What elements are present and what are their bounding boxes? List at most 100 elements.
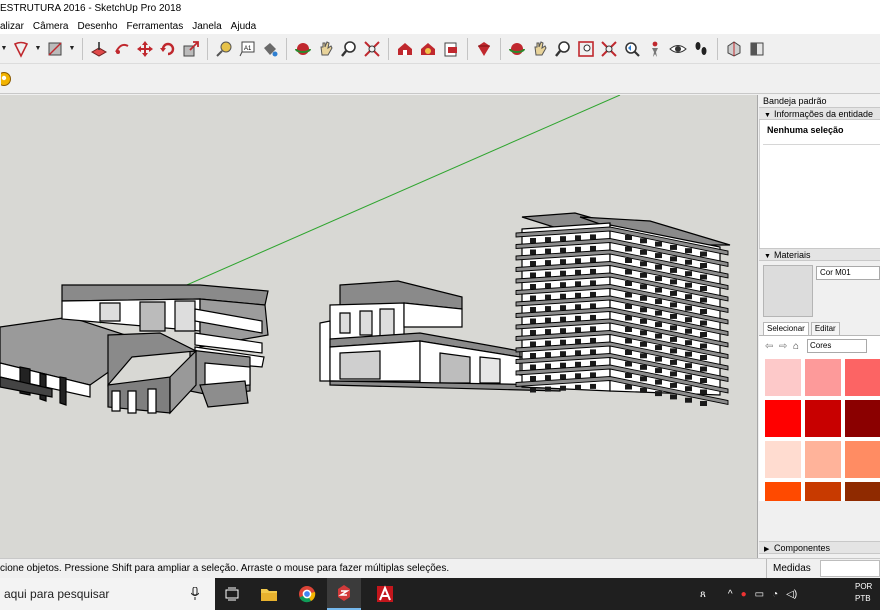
window-opening [640,261,647,267]
chevron-down-icon[interactable]: ▼ [68,45,76,52]
move-icon[interactable] [135,39,155,59]
color-swatch[interactable] [845,400,880,437]
left-building[interactable] [0,284,269,415]
model-scene[interactable] [0,95,758,558]
window-opening [530,307,536,312]
section-plane-icon[interactable] [724,39,744,59]
previous-view-icon[interactable] [622,39,642,59]
color-swatch[interactable] [805,482,841,501]
paint-bucket-icon[interactable] [260,39,280,59]
window-opening [685,351,692,357]
position-camera-icon[interactable] [645,39,665,59]
menu-item-desenho[interactable]: Desenho [77,21,117,32]
look-around-icon[interactable] [668,39,688,59]
chevron-up-icon[interactable]: ^ [728,589,733,600]
window-opening [685,271,692,277]
zoom-window-icon[interactable] [576,39,596,59]
menu-item-exibir[interactable]: alizar [0,21,24,32]
forward-arrow-icon[interactable]: ⇨ [779,341,790,352]
window-opening [530,376,536,381]
menu-item-janela[interactable]: Janela [192,21,221,32]
pan-icon[interactable] [316,39,336,59]
collection-dropdown[interactable]: Cores [807,339,867,353]
battery-icon[interactable]: ▭ [755,589,764,600]
tab-editar[interactable]: Editar [810,322,840,335]
material-name-field[interactable]: Cor M01 [816,266,880,280]
taskbar-search-box[interactable]: aqui para pesquisar [0,578,215,610]
expand-triangle-icon[interactable]: ▶ [764,543,774,556]
rotate-icon[interactable] [158,39,178,59]
home-icon[interactable]: ⌂ [793,341,804,352]
color-swatch[interactable] [845,482,880,501]
chrome-icon[interactable] [290,578,324,610]
scale-icon[interactable] [181,39,201,59]
window-opening [575,384,581,390]
drawing-viewport[interactable] [0,95,758,558]
warehouse-icon[interactable] [395,39,415,59]
text-icon[interactable]: A1 [237,39,257,59]
menu-item-camera[interactable]: Câmera [33,21,69,32]
swatch-row [765,400,880,437]
orbit-icon[interactable] [293,39,313,59]
window-opening [655,287,662,293]
color-swatch[interactable] [765,400,801,437]
color-swatch[interactable] [765,441,801,478]
autocad-icon[interactable] [368,578,402,610]
window-opening [560,385,566,391]
pan-icon[interactable] [530,39,550,59]
orbit-icon[interactable] [507,39,527,59]
window-opening [560,282,566,288]
microphone-icon[interactable] [191,587,199,600]
entity-info-header[interactable]: ▼ Informações da entidade [759,107,880,120]
zoom-icon[interactable] [339,39,359,59]
tape-measure-icon[interactable] [214,39,234,59]
chevron-down-icon[interactable]: ▼ [0,45,8,52]
color-swatch[interactable] [845,359,880,396]
color-swatch[interactable] [765,482,801,501]
color-swatch[interactable] [845,441,880,478]
menu-item-ferramentas[interactable]: Ferramentas [127,21,184,32]
window-opening [545,375,551,381]
push-pull-icon[interactable] [89,39,109,59]
window-opening [640,295,647,301]
zoom-icon[interactable] [553,39,573,59]
materials-nav: ⇦ ⇨ ⌂ Cores [759,336,880,356]
color-swatch[interactable] [765,359,801,396]
extension-warehouse-icon[interactable] [418,39,438,59]
rectangle-icon[interactable] [45,39,65,59]
language-indicator[interactable]: POR PTB [855,581,872,605]
material-swatch[interactable] [763,265,813,317]
window-opening [625,269,632,275]
chevron-down-icon[interactable]: ▼ [34,45,42,52]
section-display-icon[interactable] [747,39,767,59]
user-avatar-icon[interactable] [0,69,20,89]
color-swatch[interactable] [805,359,841,396]
task-view-icon[interactable] [215,578,249,610]
window-opening [625,304,632,309]
color-swatch[interactable] [805,400,841,437]
extension-manager-icon[interactable] [474,39,494,59]
collapse-triangle-icon[interactable]: ▼ [764,109,774,122]
materials-header[interactable]: ▼ Materiais [759,248,880,261]
send-to-layout-icon[interactable] [441,39,461,59]
color-swatch[interactable] [805,441,841,478]
volume-icon[interactable]: ◁) [786,589,797,600]
zoom-extents-icon[interactable] [362,39,382,59]
people-icon[interactable]: ጸ [700,589,706,600]
wifi-icon[interactable]: ◔ [772,589,778,600]
window-opening [700,251,707,257]
components-header[interactable]: ▶ Componentes [759,541,880,554]
security-icon[interactable]: ● [741,589,747,600]
window-opening [640,272,647,278]
back-arrow-icon[interactable]: ⇦ [765,341,776,352]
follow-me-icon[interactable] [112,39,132,59]
toolbar-separator [467,37,468,60]
walk-icon[interactable] [691,39,711,59]
zoom-extents-icon[interactable] [599,39,619,59]
lasso-draw-icon[interactable] [11,39,31,59]
file-explorer-icon[interactable] [252,578,286,610]
tab-selecionar[interactable]: Selecionar [763,322,809,335]
measurements-input[interactable] [820,560,880,577]
sketchup-icon[interactable] [327,578,361,610]
menu-item-ajuda[interactable]: Ajuda [231,21,257,32]
